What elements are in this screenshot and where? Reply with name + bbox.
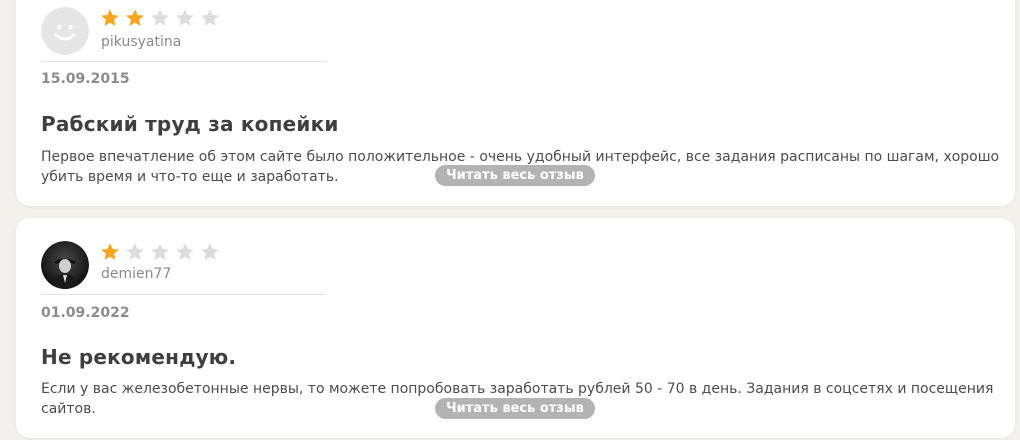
review-author[interactable]: pikusyatina [101, 34, 181, 50]
review-card: pikusyatina 15.09.2015 Рабский труд за к… [16, 0, 1015, 206]
star-empty-icon [176, 243, 194, 260]
star-empty-icon [151, 9, 169, 26]
rating-stars [100, 242, 225, 264]
review-title[interactable]: Рабский труд за копейки [41, 112, 339, 136]
rating-stars [100, 8, 225, 30]
read-full-review-button[interactable]: Читать весь отзыв [435, 398, 595, 419]
star-empty-icon [201, 243, 219, 260]
star-filled-icon [126, 9, 144, 26]
star-empty-icon [176, 9, 194, 26]
divider [41, 61, 326, 62]
star-empty-icon [151, 243, 169, 260]
reviews-page: pikusyatina 15.09.2015 Рабский труд за к… [0, 0, 1020, 440]
smiley-face-icon[interactable] [41, 7, 89, 55]
review-card: demien77 01.09.2022 Не рекомендую. Если … [16, 218, 1015, 438]
star-filled-icon [101, 243, 119, 260]
review-date: 15.09.2015 [41, 71, 130, 87]
star-filled-icon [101, 9, 119, 26]
star-empty-icon [126, 243, 144, 260]
review-date: 01.09.2022 [41, 305, 130, 321]
divider [41, 294, 326, 295]
user-photo-avatar[interactable] [41, 241, 89, 289]
review-author[interactable]: demien77 [101, 266, 171, 282]
review-title[interactable]: Не рекомендую. [41, 345, 236, 369]
read-full-review-button[interactable]: Читать весь отзыв [435, 165, 595, 186]
star-empty-icon [201, 9, 219, 26]
